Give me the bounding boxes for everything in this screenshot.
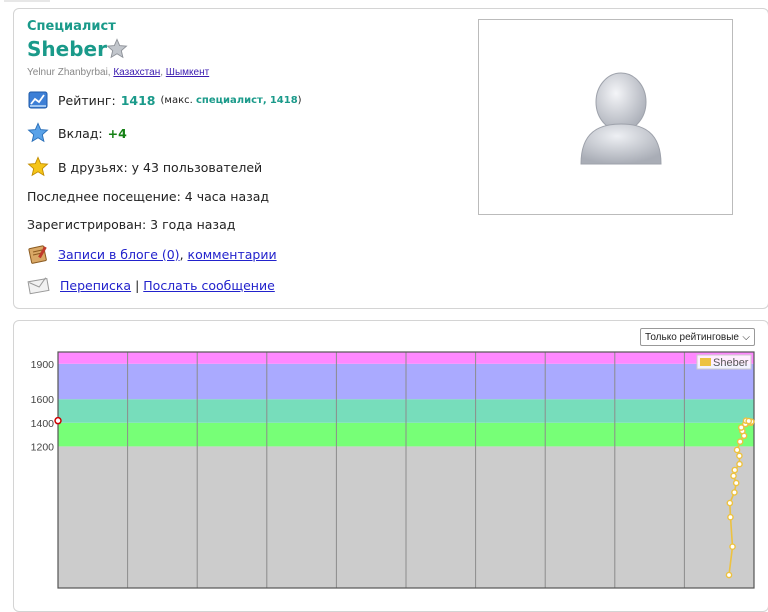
top-tab-edge: [4, 0, 50, 2]
contribution-row: Вклад: +4: [27, 122, 127, 144]
legend-label: Sheber: [713, 357, 749, 369]
y-tick-label: 1600: [31, 394, 55, 406]
series-point: [745, 417, 753, 425]
pipe-separator: |: [131, 277, 144, 293]
max-prefix: (макс.: [160, 94, 193, 106]
send-message-link[interactable]: Послать сообщение: [143, 278, 275, 293]
rating-label: Рейтинг:: [58, 92, 116, 108]
y-tick-label: 1900: [31, 359, 55, 371]
comments-link[interactable]: комментарии: [188, 247, 277, 262]
user-handle[interactable]: Sheber: [27, 37, 107, 61]
country-link[interactable]: Казахстан: [113, 67, 160, 78]
last-visit-row: Последнее посещение: 4 часа назад: [27, 189, 269, 204]
rating-row: Рейтинг: 1418 (макс. специалист, 1418): [27, 89, 302, 111]
default-avatar-icon: [580, 72, 662, 165]
series-point: [733, 446, 741, 454]
friends-text: В друзьях: у 43 пользователей: [58, 159, 263, 175]
max-suffix: ): [297, 94, 302, 106]
y-tick-label: 1200: [31, 441, 55, 453]
messages-row: Переписка | Послать сообщение: [27, 274, 275, 296]
series-point: [736, 460, 743, 468]
friends-row: В друзьях: у 43 пользователей: [27, 156, 262, 178]
user-rank: Специалист: [27, 19, 116, 34]
legend-swatch: [700, 358, 711, 366]
series-point: [736, 452, 743, 460]
rating-value: 1418: [120, 92, 156, 108]
comma-separator: ,: [179, 246, 188, 262]
series-point: [730, 472, 737, 480]
series-point: [725, 571, 733, 579]
blog-row: Записи в блоге (0) , комментарии: [27, 243, 277, 265]
user-full-name: Yelnur Zhanbyrbai: [27, 67, 108, 78]
registered-text: Зарегистрирован: 3 года назад: [27, 217, 236, 232]
max-value: 1418: [269, 94, 298, 106]
series-point: [736, 438, 744, 445]
registered-row: Зарегистрирован: 3 года назад: [27, 217, 235, 232]
series-point: [732, 479, 740, 487]
blog-notebook-icon: [28, 245, 47, 264]
series-point: [726, 499, 734, 507]
talk-link[interactable]: Переписка: [60, 278, 131, 293]
profile-card: Специалист Sheber Yelnur Zhanbyrbai, Каз…: [13, 8, 768, 309]
star-gold-icon: [27, 156, 49, 177]
rating-chart-card: Только рейтинговые ⌵ 1200 1400 1600 1900 She…: [13, 320, 768, 612]
blog-link[interactable]: Записи в блоге (0): [58, 247, 180, 262]
rating-chart: 1200 1400 1600 1900 Sheber: [31, 351, 755, 589]
series-point: [731, 466, 739, 474]
top-strip: [0, 0, 768, 4]
series-point: [731, 489, 738, 496]
last-visit-text: Последнее посещение: 4 часа назад: [27, 189, 270, 204]
series-point: [727, 513, 734, 521]
selected-marker: [54, 416, 62, 425]
avatar: [478, 19, 733, 215]
contribution-value: +4: [107, 125, 127, 141]
star-blue-icon: [27, 122, 49, 143]
series-point: [729, 543, 736, 550]
city-link[interactable]: Шымкент: [166, 67, 209, 78]
contribution-label: Вклад:: [58, 125, 103, 141]
envelope-icon: [27, 277, 50, 295]
user-location: Yelnur Zhanbyrbai, Казахстан, Шымкент: [27, 67, 210, 78]
star-gray-icon[interactable]: [106, 38, 128, 60]
y-tick-label: 1400: [31, 418, 55, 430]
max-rating: (макс. специалист, 1418): [161, 95, 302, 106]
rating-chart-icon: [28, 91, 48, 109]
max-rank: специалист,: [196, 94, 267, 106]
